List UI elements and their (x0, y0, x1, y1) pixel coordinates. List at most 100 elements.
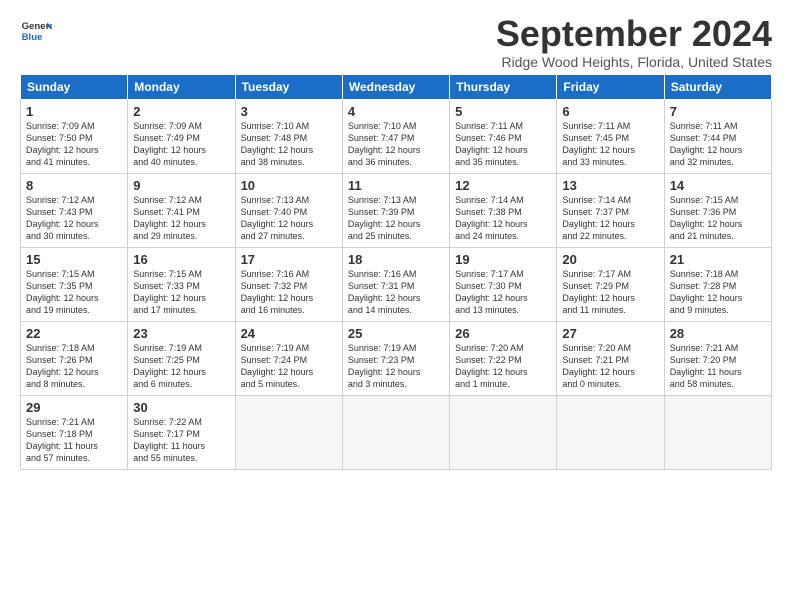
day-number: 6 (562, 104, 658, 119)
day-info: Sunrise: 7:09 AM Sunset: 7:50 PM Dayligh… (26, 120, 122, 169)
day-info: Sunrise: 7:21 AM Sunset: 7:20 PM Dayligh… (670, 342, 766, 391)
day-info: Sunrise: 7:15 AM Sunset: 7:33 PM Dayligh… (133, 268, 229, 317)
day-info: Sunrise: 7:12 AM Sunset: 7:43 PM Dayligh… (26, 194, 122, 243)
day-info: Sunrise: 7:12 AM Sunset: 7:41 PM Dayligh… (133, 194, 229, 243)
day-number: 12 (455, 178, 551, 193)
calendar-cell: 1Sunrise: 7:09 AM Sunset: 7:50 PM Daylig… (21, 100, 128, 174)
logo: General Blue (20, 16, 52, 48)
day-number: 18 (348, 252, 444, 267)
page-container: General Blue September 2024 Ridge Wood H… (0, 0, 792, 480)
day-number: 10 (241, 178, 337, 193)
day-info: Sunrise: 7:20 AM Sunset: 7:22 PM Dayligh… (455, 342, 551, 391)
day-number: 16 (133, 252, 229, 267)
calendar-cell: 6Sunrise: 7:11 AM Sunset: 7:45 PM Daylig… (557, 100, 664, 174)
day-number: 13 (562, 178, 658, 193)
day-number: 11 (348, 178, 444, 193)
calendar-cell: 20Sunrise: 7:17 AM Sunset: 7:29 PM Dayli… (557, 248, 664, 322)
calendar-week-4: 22Sunrise: 7:18 AM Sunset: 7:26 PM Dayli… (21, 322, 772, 396)
calendar-cell: 22Sunrise: 7:18 AM Sunset: 7:26 PM Dayli… (21, 322, 128, 396)
day-info: Sunrise: 7:14 AM Sunset: 7:37 PM Dayligh… (562, 194, 658, 243)
day-info: Sunrise: 7:19 AM Sunset: 7:23 PM Dayligh… (348, 342, 444, 391)
calendar-cell: 9Sunrise: 7:12 AM Sunset: 7:41 PM Daylig… (128, 174, 235, 248)
day-info: Sunrise: 7:18 AM Sunset: 7:28 PM Dayligh… (670, 268, 766, 317)
calendar-table: Sunday Monday Tuesday Wednesday Thursday… (20, 74, 772, 470)
calendar-cell: 16Sunrise: 7:15 AM Sunset: 7:33 PM Dayli… (128, 248, 235, 322)
calendar-week-2: 8Sunrise: 7:12 AM Sunset: 7:43 PM Daylig… (21, 174, 772, 248)
calendar-cell: 24Sunrise: 7:19 AM Sunset: 7:24 PM Dayli… (235, 322, 342, 396)
calendar-cell (557, 396, 664, 470)
day-info: Sunrise: 7:11 AM Sunset: 7:46 PM Dayligh… (455, 120, 551, 169)
day-number: 27 (562, 326, 658, 341)
day-number: 25 (348, 326, 444, 341)
day-number: 8 (26, 178, 122, 193)
day-info: Sunrise: 7:22 AM Sunset: 7:17 PM Dayligh… (133, 416, 229, 465)
day-number: 9 (133, 178, 229, 193)
calendar-cell: 11Sunrise: 7:13 AM Sunset: 7:39 PM Dayli… (342, 174, 449, 248)
day-info: Sunrise: 7:10 AM Sunset: 7:48 PM Dayligh… (241, 120, 337, 169)
col-sunday: Sunday (21, 75, 128, 100)
day-info: Sunrise: 7:19 AM Sunset: 7:25 PM Dayligh… (133, 342, 229, 391)
calendar-cell (450, 396, 557, 470)
day-number: 1 (26, 104, 122, 119)
day-number: 22 (26, 326, 122, 341)
calendar-cell: 12Sunrise: 7:14 AM Sunset: 7:38 PM Dayli… (450, 174, 557, 248)
day-info: Sunrise: 7:09 AM Sunset: 7:49 PM Dayligh… (133, 120, 229, 169)
day-number: 7 (670, 104, 766, 119)
day-info: Sunrise: 7:19 AM Sunset: 7:24 PM Dayligh… (241, 342, 337, 391)
day-info: Sunrise: 7:13 AM Sunset: 7:39 PM Dayligh… (348, 194, 444, 243)
calendar-cell: 18Sunrise: 7:16 AM Sunset: 7:31 PM Dayli… (342, 248, 449, 322)
col-wednesday: Wednesday (342, 75, 449, 100)
day-number: 3 (241, 104, 337, 119)
day-number: 28 (670, 326, 766, 341)
calendar-cell: 5Sunrise: 7:11 AM Sunset: 7:46 PM Daylig… (450, 100, 557, 174)
calendar-week-5: 29Sunrise: 7:21 AM Sunset: 7:18 PM Dayli… (21, 396, 772, 470)
logo-icon: General Blue (20, 16, 52, 48)
calendar-cell: 13Sunrise: 7:14 AM Sunset: 7:37 PM Dayli… (557, 174, 664, 248)
day-info: Sunrise: 7:17 AM Sunset: 7:30 PM Dayligh… (455, 268, 551, 317)
calendar-cell: 15Sunrise: 7:15 AM Sunset: 7:35 PM Dayli… (21, 248, 128, 322)
day-info: Sunrise: 7:11 AM Sunset: 7:45 PM Dayligh… (562, 120, 658, 169)
day-number: 20 (562, 252, 658, 267)
col-friday: Friday (557, 75, 664, 100)
day-number: 19 (455, 252, 551, 267)
calendar-cell: 23Sunrise: 7:19 AM Sunset: 7:25 PM Dayli… (128, 322, 235, 396)
day-number: 2 (133, 104, 229, 119)
day-number: 23 (133, 326, 229, 341)
day-number: 30 (133, 400, 229, 415)
calendar-cell: 17Sunrise: 7:16 AM Sunset: 7:32 PM Dayli… (235, 248, 342, 322)
calendar-cell: 29Sunrise: 7:21 AM Sunset: 7:18 PM Dayli… (21, 396, 128, 470)
day-info: Sunrise: 7:20 AM Sunset: 7:21 PM Dayligh… (562, 342, 658, 391)
calendar-cell: 21Sunrise: 7:18 AM Sunset: 7:28 PM Dayli… (664, 248, 771, 322)
calendar-cell: 2Sunrise: 7:09 AM Sunset: 7:49 PM Daylig… (128, 100, 235, 174)
day-info: Sunrise: 7:13 AM Sunset: 7:40 PM Dayligh… (241, 194, 337, 243)
location-subtitle: Ridge Wood Heights, Florida, United Stat… (496, 54, 772, 70)
calendar-cell: 8Sunrise: 7:12 AM Sunset: 7:43 PM Daylig… (21, 174, 128, 248)
col-tuesday: Tuesday (235, 75, 342, 100)
calendar-cell: 19Sunrise: 7:17 AM Sunset: 7:30 PM Dayli… (450, 248, 557, 322)
col-monday: Monday (128, 75, 235, 100)
day-number: 14 (670, 178, 766, 193)
day-info: Sunrise: 7:16 AM Sunset: 7:31 PM Dayligh… (348, 268, 444, 317)
day-number: 4 (348, 104, 444, 119)
calendar-cell: 27Sunrise: 7:20 AM Sunset: 7:21 PM Dayli… (557, 322, 664, 396)
calendar-cell (235, 396, 342, 470)
col-saturday: Saturday (664, 75, 771, 100)
day-number: 24 (241, 326, 337, 341)
calendar-cell: 10Sunrise: 7:13 AM Sunset: 7:40 PM Dayli… (235, 174, 342, 248)
calendar-cell: 25Sunrise: 7:19 AM Sunset: 7:23 PM Dayli… (342, 322, 449, 396)
calendar-cell: 14Sunrise: 7:15 AM Sunset: 7:36 PM Dayli… (664, 174, 771, 248)
day-info: Sunrise: 7:17 AM Sunset: 7:29 PM Dayligh… (562, 268, 658, 317)
calendar-week-3: 15Sunrise: 7:15 AM Sunset: 7:35 PM Dayli… (21, 248, 772, 322)
day-info: Sunrise: 7:16 AM Sunset: 7:32 PM Dayligh… (241, 268, 337, 317)
svg-text:Blue: Blue (22, 32, 43, 43)
day-number: 15 (26, 252, 122, 267)
header-row: Sunday Monday Tuesday Wednesday Thursday… (21, 75, 772, 100)
calendar-cell: 3Sunrise: 7:10 AM Sunset: 7:48 PM Daylig… (235, 100, 342, 174)
day-number: 21 (670, 252, 766, 267)
calendar-cell: 26Sunrise: 7:20 AM Sunset: 7:22 PM Dayli… (450, 322, 557, 396)
day-number: 17 (241, 252, 337, 267)
title-area: September 2024 Ridge Wood Heights, Flori… (496, 16, 772, 70)
day-number: 5 (455, 104, 551, 119)
day-info: Sunrise: 7:10 AM Sunset: 7:47 PM Dayligh… (348, 120, 444, 169)
day-number: 26 (455, 326, 551, 341)
